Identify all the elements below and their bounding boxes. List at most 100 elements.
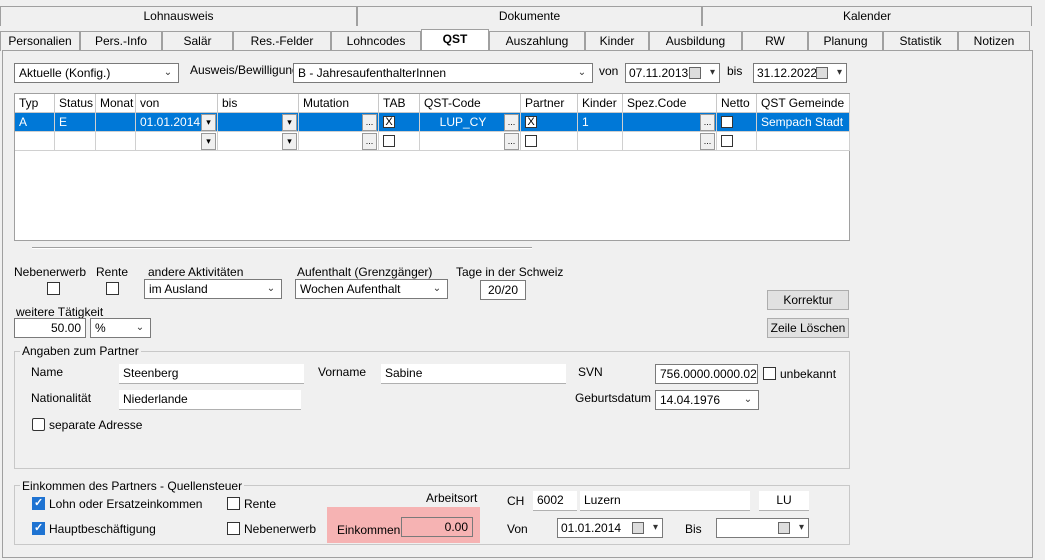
netto-checkbox[interactable] <box>721 116 733 128</box>
calendar-icon[interactable] <box>632 522 644 534</box>
calendar-icon[interactable] <box>816 67 828 79</box>
col-kinder[interactable]: Kinder <box>578 94 623 113</box>
von-date-field[interactable]: 07.11.2013 ▾ <box>625 63 720 83</box>
col-bis[interactable]: bis <box>218 94 299 113</box>
cell-monat[interactable] <box>96 113 136 132</box>
cell-bis[interactable]: ▾ <box>218 132 299 151</box>
tab-pers-info[interactable]: Pers.-Info <box>80 31 162 51</box>
splitter[interactable] <box>32 247 532 249</box>
dropdown-button[interactable]: ▾ <box>201 114 216 131</box>
tab-kalender[interactable]: Kalender <box>702 6 1032 26</box>
tab-rw[interactable]: RW <box>742 31 808 51</box>
aufenthalt-select[interactable]: Wochen Aufenthalt ⌄ <box>295 279 448 299</box>
weitere-unit-select[interactable]: % ⌄ <box>90 318 151 338</box>
bis-partner-date[interactable]: ▾ <box>716 518 809 538</box>
tab-statistik[interactable]: Statistik <box>883 31 958 51</box>
name-field[interactable]: Steenberg <box>119 364 304 384</box>
tab-res-felder[interactable]: Res.-Felder <box>233 31 331 51</box>
korrektur-button[interactable]: Korrektur <box>767 290 849 310</box>
cell-kinder[interactable] <box>578 132 623 151</box>
partner-checkbox[interactable] <box>525 135 537 147</box>
col-qst-gemeinde[interactable]: QST Gemeinde <box>757 94 850 113</box>
unbekannt-checkbox[interactable] <box>763 367 776 380</box>
nebenerwerb-partner-checkbox[interactable] <box>227 522 240 535</box>
col-partner[interactable]: Partner <box>521 94 578 113</box>
von-partner-date[interactable]: 01.01.2014 ▾ <box>557 518 663 538</box>
tab-checkbox[interactable] <box>383 135 395 147</box>
cell-bis[interactable]: ▾ <box>218 113 299 132</box>
tab-qst[interactable]: QST <box>421 29 489 51</box>
cell-tab[interactable] <box>379 132 420 151</box>
weitere-field[interactable]: 50.00 <box>14 318 86 338</box>
tab-kinder[interactable]: Kinder <box>585 31 649 51</box>
tage-field[interactable]: 20/20 <box>480 280 526 300</box>
col-von[interactable]: von <box>136 94 218 113</box>
col-tab[interactable]: TAB <box>379 94 420 113</box>
calendar-icon[interactable] <box>778 522 790 534</box>
col-qst-code[interactable]: QST-Code <box>420 94 521 113</box>
cell-qst-gemeinde[interactable] <box>757 132 850 151</box>
cell-mutation[interactable]: ... <box>299 113 379 132</box>
tab-dokumente[interactable]: Dokumente <box>357 6 702 26</box>
zeile-loeschen-button[interactable]: Zeile Löschen <box>767 318 849 338</box>
hauptbeschaeftigung-checkbox[interactable] <box>32 521 45 535</box>
svn-field[interactable]: 756.0000.0000.02 <box>655 364 758 384</box>
cell-typ[interactable] <box>15 132 55 151</box>
cell-partner[interactable] <box>521 132 578 151</box>
mode-select[interactable]: Aktuelle (Konfig.) ⌄ <box>14 63 179 83</box>
cell-mutation[interactable]: ... <box>299 132 379 151</box>
dropdown-button[interactable]: ▾ <box>282 133 297 150</box>
cell-von[interactable]: ▾ <box>136 132 218 151</box>
tab-ausbildung[interactable]: Ausbildung <box>649 31 742 51</box>
tab-notizen[interactable]: Notizen <box>958 31 1030 51</box>
cell-qst-gemeinde[interactable]: Sempach Stadt <box>757 113 850 132</box>
einkommen-field[interactable]: 0.00 <box>401 517 473 537</box>
tab-auszahlung[interactable]: Auszahlung <box>489 31 585 51</box>
cell-monat[interactable] <box>96 132 136 151</box>
cell-status[interactable]: E <box>55 113 96 132</box>
cell-netto[interactable] <box>717 132 757 151</box>
netto-checkbox[interactable] <box>721 135 733 147</box>
tab-personalien[interactable]: Personalien <box>0 31 80 51</box>
cell-kinder[interactable]: 1 <box>578 113 623 132</box>
cell-spez-code[interactable]: ... <box>623 113 717 132</box>
dropdown-button[interactable]: ▾ <box>282 114 297 131</box>
cell-qst-code[interactable]: LUP_CY... <box>420 113 521 132</box>
calendar-icon[interactable] <box>689 67 701 79</box>
tab-salaer[interactable]: Salär <box>162 31 233 51</box>
cell-netto[interactable] <box>717 113 757 132</box>
cell-typ[interactable]: A <box>15 113 55 132</box>
cell-status[interactable] <box>55 132 96 151</box>
nebenerwerb-checkbox[interactable] <box>47 282 60 295</box>
tab-lohncodes[interactable]: Lohncodes <box>331 31 421 51</box>
lohn-checkbox[interactable] <box>32 496 45 510</box>
cell-partner[interactable]: X <box>521 113 578 132</box>
nationalitaet-field[interactable]: Niederlande <box>119 390 301 410</box>
ellipsis-button[interactable]: ... <box>504 133 519 150</box>
col-status[interactable]: Status <box>55 94 96 113</box>
ausweis-select[interactable]: B - JahresaufenthalterInnen ⌄ <box>293 63 593 83</box>
dropdown-button[interactable]: ▾ <box>201 133 216 150</box>
plz-field[interactable]: 6002 <box>533 491 577 511</box>
separate-adresse-checkbox[interactable] <box>32 418 45 431</box>
col-mutation[interactable]: Mutation <box>299 94 379 113</box>
col-monat[interactable]: Monat <box>96 94 136 113</box>
andere-select[interactable]: im Ausland ⌄ <box>144 279 282 299</box>
rente-partner-checkbox[interactable] <box>227 497 240 510</box>
vorname-field[interactable]: Sabine <box>381 364 566 384</box>
partner-checkbox[interactable]: X <box>525 116 537 128</box>
tab-checkbox[interactable]: X <box>383 116 395 128</box>
cell-qst-code[interactable]: ... <box>420 132 521 151</box>
geburtsdatum-field[interactable]: 14.04.1976 ⌄ <box>655 390 759 410</box>
ellipsis-button[interactable]: ... <box>362 133 377 150</box>
cell-spez-code[interactable]: ... <box>623 132 717 151</box>
cell-tab[interactable]: X <box>379 113 420 132</box>
tab-lohnausweis[interactable]: Lohnausweis <box>0 6 357 26</box>
ellipsis-button[interactable]: ... <box>700 114 715 131</box>
col-typ[interactable]: Typ <box>15 94 55 113</box>
bis-date-field[interactable]: 31.12.2022 ▾ <box>753 63 847 83</box>
col-spez-code[interactable]: Spez.Code <box>623 94 717 113</box>
tab-planung[interactable]: Planung <box>808 31 883 51</box>
rente-checkbox[interactable] <box>106 282 119 295</box>
col-netto[interactable]: Netto <box>717 94 757 113</box>
